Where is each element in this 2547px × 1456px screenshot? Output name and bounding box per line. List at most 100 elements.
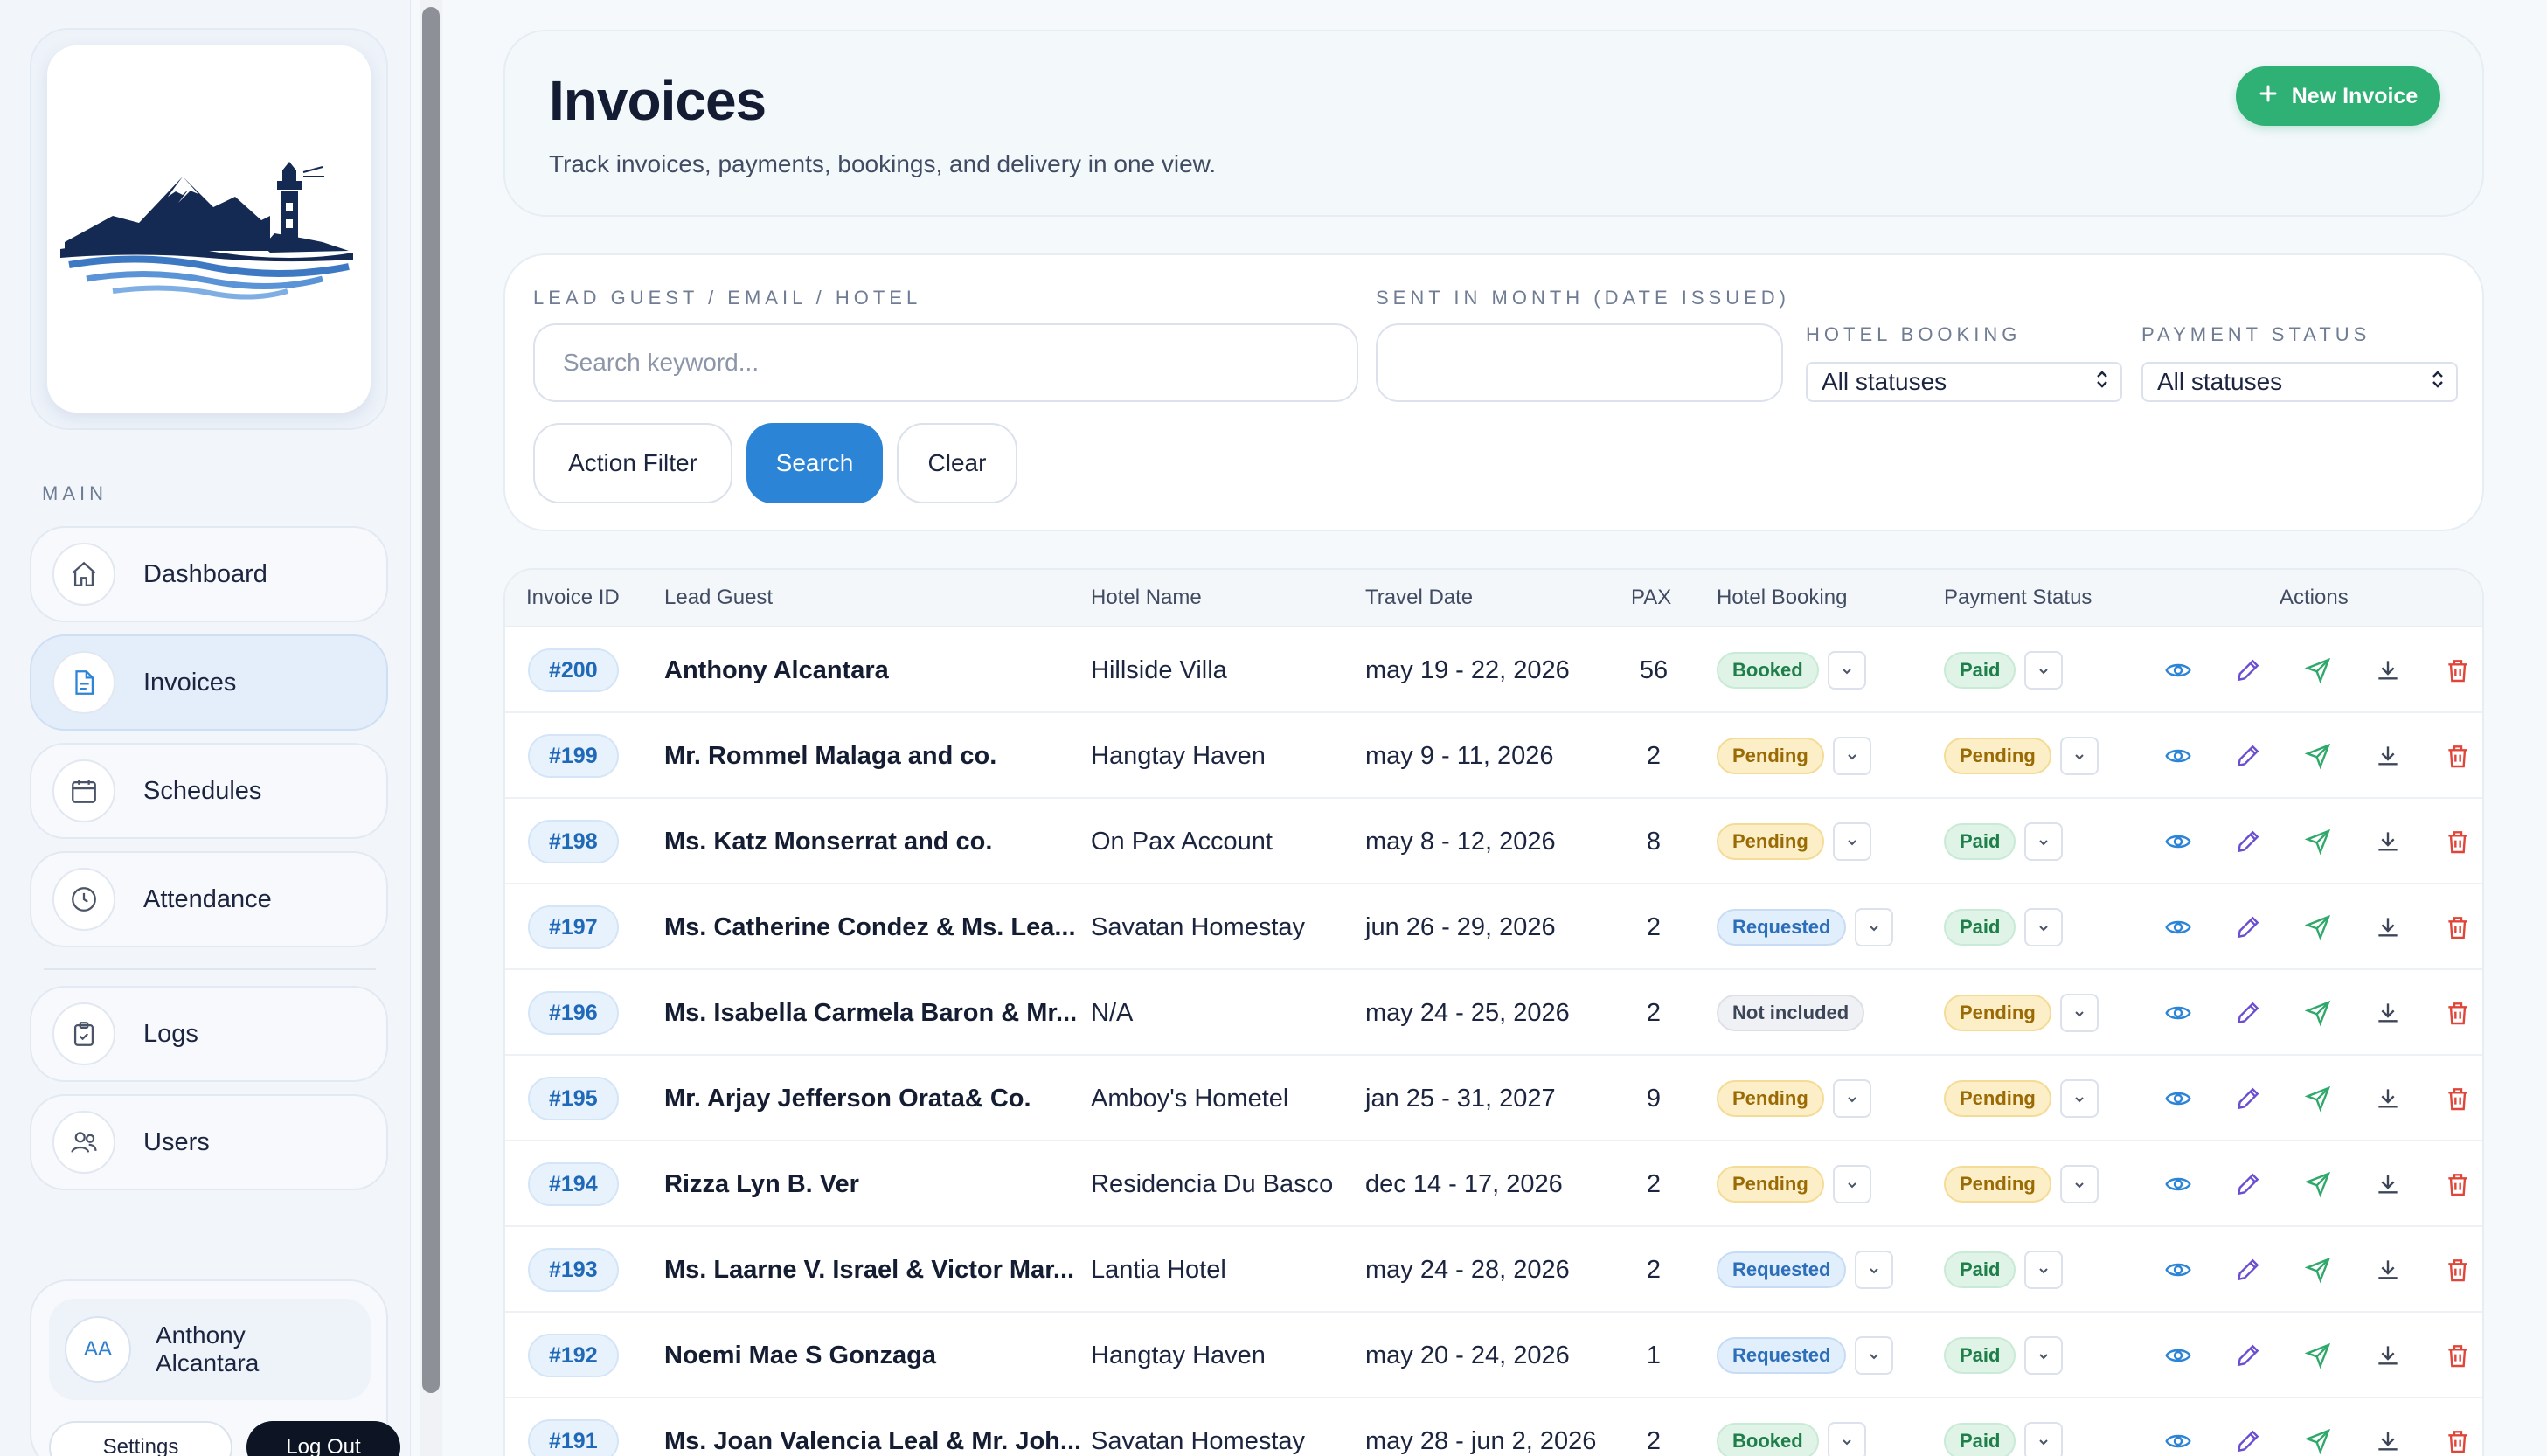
delete-icon[interactable]: [2440, 910, 2475, 945]
download-icon[interactable]: [2370, 1252, 2405, 1287]
clear-button[interactable]: Clear: [897, 423, 1017, 503]
send-icon[interactable]: [2301, 824, 2335, 859]
hotel-booking-cell: Pending: [1717, 1141, 1871, 1227]
chevron-down-icon: [2072, 1170, 2086, 1199]
send-icon[interactable]: [2301, 1081, 2335, 1116]
invoice-id-link[interactable]: #197: [528, 905, 619, 949]
hotel-booking-cell: Pending: [1717, 1056, 1871, 1141]
payment-status-dropdown[interactable]: [2024, 651, 2064, 690]
edit-icon[interactable]: [2231, 1338, 2266, 1373]
invoice-id-link[interactable]: #200: [528, 648, 619, 692]
payment-status-dropdown[interactable]: [2059, 994, 2099, 1032]
payment-status-dropdown[interactable]: [2059, 1079, 2099, 1118]
payment-status-dropdown[interactable]: [2024, 1336, 2064, 1375]
view-icon[interactable]: [2161, 910, 2196, 945]
hotel-booking-dropdown[interactable]: [1832, 1165, 1871, 1203]
edit-icon[interactable]: [2231, 653, 2266, 688]
view-icon[interactable]: [2161, 653, 2196, 688]
invoice-id-link[interactable]: #191: [528, 1419, 619, 1456]
sidebar-item-schedules[interactable]: Schedules: [30, 743, 388, 839]
edit-icon[interactable]: [2231, 1081, 2266, 1116]
new-invoice-button[interactable]: New Invoice: [2236, 66, 2440, 126]
month-input[interactable]: [1376, 323, 1783, 402]
sidebar-item-users[interactable]: Users: [30, 1094, 388, 1190]
logout-button[interactable]: Log Out: [246, 1421, 400, 1456]
delete-icon[interactable]: [2440, 738, 2475, 773]
view-icon[interactable]: [2161, 1252, 2196, 1287]
edit-icon[interactable]: [2231, 1424, 2266, 1456]
hotel-booking-dropdown[interactable]: [1855, 1251, 1894, 1289]
send-icon[interactable]: [2301, 653, 2335, 688]
download-icon[interactable]: [2370, 1424, 2405, 1456]
search-input[interactable]: [533, 323, 1358, 402]
edit-icon[interactable]: [2231, 910, 2266, 945]
hotel-booking-dropdown[interactable]: [1827, 651, 1866, 690]
hotel-booking-dropdown[interactable]: [1827, 1422, 1866, 1456]
hotel-booking-dropdown[interactable]: [1832, 1079, 1871, 1118]
send-icon[interactable]: [2301, 1252, 2335, 1287]
view-icon[interactable]: [2161, 1424, 2196, 1456]
delete-icon[interactable]: [2440, 1424, 2475, 1456]
invoice-id-link[interactable]: #198: [528, 820, 619, 863]
edit-icon[interactable]: [2231, 1252, 2266, 1287]
download-icon[interactable]: [2370, 824, 2405, 859]
column-header: Travel Date: [1365, 586, 1474, 609]
download-icon[interactable]: [2370, 1338, 2405, 1373]
sidebar-item-attendance[interactable]: Attendance: [30, 851, 388, 947]
invoice-id-link[interactable]: #196: [528, 991, 619, 1035]
action-filter-button[interactable]: Action Filter: [533, 423, 732, 503]
invoice-id-link[interactable]: #192: [528, 1334, 619, 1377]
sidebar-scrollbar-thumb[interactable]: [422, 7, 440, 1393]
download-icon[interactable]: [2370, 995, 2405, 1030]
delete-icon[interactable]: [2440, 995, 2475, 1030]
edit-icon[interactable]: [2231, 1167, 2266, 1202]
view-icon[interactable]: [2161, 995, 2196, 1030]
invoice-id-link[interactable]: #195: [528, 1077, 619, 1120]
delete-icon[interactable]: [2440, 1167, 2475, 1202]
send-icon[interactable]: [2301, 1424, 2335, 1456]
download-icon[interactable]: [2370, 910, 2405, 945]
payment-status-dropdown[interactable]: [2024, 1251, 2064, 1289]
hotel-booking-dropdown[interactable]: [1855, 908, 1894, 946]
send-icon[interactable]: [2301, 1167, 2335, 1202]
view-icon[interactable]: [2161, 824, 2196, 859]
view-icon[interactable]: [2161, 1081, 2196, 1116]
delete-icon[interactable]: [2440, 1338, 2475, 1373]
payment-status-dropdown[interactable]: [2024, 1422, 2064, 1456]
delete-icon[interactable]: [2440, 653, 2475, 688]
payment-status-dropdown[interactable]: [2059, 1165, 2099, 1203]
download-icon[interactable]: [2370, 738, 2405, 773]
view-icon[interactable]: [2161, 1167, 2196, 1202]
view-icon[interactable]: [2161, 738, 2196, 773]
hotel-booking-select[interactable]: All statuses: [1806, 362, 2122, 402]
hotel-booking-dropdown[interactable]: [1832, 737, 1871, 775]
send-icon[interactable]: [2301, 738, 2335, 773]
send-icon[interactable]: [2301, 910, 2335, 945]
view-icon[interactable]: [2161, 1338, 2196, 1373]
send-icon[interactable]: [2301, 995, 2335, 1030]
sidebar-item-invoices[interactable]: Invoices: [30, 634, 388, 731]
settings-button[interactable]: Settings: [49, 1421, 232, 1456]
download-icon[interactable]: [2370, 1081, 2405, 1116]
edit-icon[interactable]: [2231, 824, 2266, 859]
download-icon[interactable]: [2370, 653, 2405, 688]
invoice-id-link[interactable]: #193: [528, 1248, 619, 1292]
sidebar-item-dashboard[interactable]: Dashboard: [30, 526, 388, 622]
hotel-booking-dropdown[interactable]: [1832, 822, 1871, 861]
invoice-id-link[interactable]: #194: [528, 1162, 619, 1206]
payment-status-dropdown[interactable]: [2024, 822, 2064, 861]
invoice-id-link[interactable]: #199: [528, 734, 619, 778]
hotel-booking-dropdown[interactable]: [1855, 1336, 1894, 1375]
sidebar-item-logs[interactable]: Logs: [30, 986, 388, 1082]
delete-icon[interactable]: [2440, 1081, 2475, 1116]
payment-status-select[interactable]: All statuses: [2141, 362, 2458, 402]
download-icon[interactable]: [2370, 1167, 2405, 1202]
edit-icon[interactable]: [2231, 995, 2266, 1030]
delete-icon[interactable]: [2440, 1252, 2475, 1287]
payment-status-dropdown[interactable]: [2024, 908, 2064, 946]
payment-status-dropdown[interactable]: [2059, 737, 2099, 775]
delete-icon[interactable]: [2440, 824, 2475, 859]
send-icon[interactable]: [2301, 1338, 2335, 1373]
search-button[interactable]: Search: [746, 423, 883, 503]
edit-icon[interactable]: [2231, 738, 2266, 773]
